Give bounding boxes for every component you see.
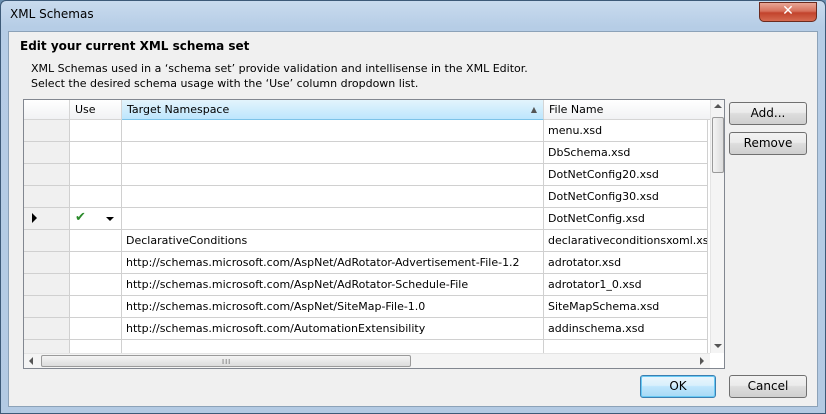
scroll-down-icon[interactable] [714, 344, 722, 348]
horizontal-scrollbar[interactable]: III [24, 353, 710, 368]
column-header-target-namespace-label: Target Namespace [127, 103, 230, 116]
xml-schemas-dialog: XML Schemas ✕ Edit your current XML sche… [0, 0, 826, 414]
use-cell[interactable] [70, 142, 122, 164]
namespace-cell[interactable]: http://schemas.microsoft.com/AspNet/AdRo… [122, 252, 544, 274]
column-header-target-namespace[interactable]: Target Namespace ▲ [122, 100, 544, 120]
add-button[interactable]: Add... [729, 102, 807, 125]
use-cell[interactable] [70, 120, 122, 142]
scroll-up-icon[interactable] [714, 104, 722, 108]
table-row[interactable]: DotNetConfig30.xsd [24, 186, 708, 208]
row-header[interactable] [24, 164, 70, 186]
row-header[interactable] [24, 186, 70, 208]
current-row-icon [32, 213, 37, 223]
sort-ascending-icon: ▲ [530, 105, 537, 114]
column-header-file-name[interactable]: File Name [544, 100, 714, 120]
use-cell[interactable] [70, 274, 122, 296]
use-cell[interactable] [70, 296, 122, 318]
table-row[interactable]: DotNetConfig20.xsd [24, 164, 708, 186]
file-name-cell[interactable]: DotNetConfig30.xsd [544, 186, 708, 208]
scroll-right-icon[interactable] [700, 357, 704, 365]
schema-grid: Use Target Namespace ▲ File Name menu.xs… [23, 99, 725, 369]
table-row[interactable]: DbSchema.xsd [24, 142, 708, 164]
table-row[interactable]: DeclarativeConditions declarativeconditi… [24, 230, 708, 252]
title-bar[interactable]: XML Schemas ✕ [1, 1, 825, 29]
use-cell[interactable] [70, 318, 122, 340]
row-header[interactable] [24, 142, 70, 164]
namespace-cell[interactable] [122, 208, 544, 230]
namespace-cell[interactable]: DeclarativeConditions [122, 230, 544, 252]
table-row[interactable]: http://schemas.microsoft.com/AspNet/AdRo… [24, 274, 708, 296]
grip-icon: III [222, 358, 232, 366]
use-cell[interactable] [70, 164, 122, 186]
close-button[interactable]: ✕ [759, 2, 817, 22]
row-header-column [24, 100, 70, 120]
file-name-cell[interactable]: addinschema.xsd [544, 318, 708, 340]
chevron-down-icon[interactable] [106, 217, 114, 221]
vertical-scroll-thumb[interactable] [712, 117, 724, 173]
use-dropdown[interactable]: ✔ [70, 208, 122, 230]
table-row-current[interactable]: ✔ DotNetConfig.xsd [24, 208, 708, 230]
namespace-cell[interactable] [122, 186, 544, 208]
description-line-1: XML Schemas used in a ‘schema set’ provi… [31, 62, 528, 75]
remove-button[interactable]: Remove [729, 132, 807, 155]
file-name-cell[interactable]: adrotator1_0.xsd [544, 274, 708, 296]
horizontal-scroll-thumb[interactable]: III [41, 355, 411, 367]
use-cell[interactable] [70, 252, 122, 274]
namespace-cell[interactable]: http://schemas.microsoft.com/AspNet/AdRo… [122, 274, 544, 296]
scroll-left-icon[interactable] [29, 357, 33, 365]
row-header[interactable] [24, 252, 70, 274]
table-row[interactable]: http://schemas.microsoft.com/AspNet/AdRo… [24, 252, 708, 274]
namespace-cell[interactable] [122, 142, 544, 164]
namespace-cell[interactable]: http://schemas.microsoft.com/AutomationE… [122, 318, 544, 340]
section-heading: Edit your current XML schema set [20, 39, 250, 53]
file-name-cell[interactable]: DotNetConfig20.xsd [544, 164, 708, 186]
vertical-scrollbar[interactable] [710, 100, 724, 353]
use-cell[interactable] [70, 186, 122, 208]
dialog-body: Edit your current XML schema set XML Sch… [8, 31, 818, 407]
namespace-cell[interactable]: http://schemas.microsoft.com/AspNet/Site… [122, 296, 544, 318]
column-header-use[interactable]: Use [70, 100, 122, 120]
row-header[interactable] [24, 230, 70, 252]
file-name-cell[interactable]: menu.xsd [544, 120, 708, 142]
row-header[interactable] [24, 318, 70, 340]
window-title: XML Schemas [10, 7, 94, 21]
file-name-cell[interactable]: adrotator.xsd [544, 252, 708, 274]
ok-button[interactable]: OK [640, 375, 716, 398]
row-header[interactable] [24, 274, 70, 296]
table-row[interactable]: menu.xsd [24, 120, 708, 142]
description-line-2: Select the desired schema usage with the… [31, 77, 419, 90]
row-header[interactable] [24, 120, 70, 142]
check-icon: ✔ [75, 210, 86, 225]
file-name-cell[interactable]: DbSchema.xsd [544, 142, 708, 164]
row-header[interactable] [24, 296, 70, 318]
use-cell[interactable] [70, 230, 122, 252]
file-name-cell[interactable]: declarativeconditionsxoml.xsd [544, 230, 708, 252]
table-row[interactable]: http://schemas.microsoft.com/AspNet/Site… [24, 296, 708, 318]
file-name-cell[interactable]: DotNetConfig.xsd [544, 208, 708, 230]
namespace-cell[interactable] [122, 164, 544, 186]
namespace-cell[interactable] [122, 120, 544, 142]
cancel-button[interactable]: Cancel [729, 375, 807, 398]
row-header[interactable] [24, 208, 70, 230]
table-row[interactable]: http://schemas.microsoft.com/AutomationE… [24, 318, 708, 340]
file-name-cell[interactable]: SiteMapSchema.xsd [544, 296, 708, 318]
